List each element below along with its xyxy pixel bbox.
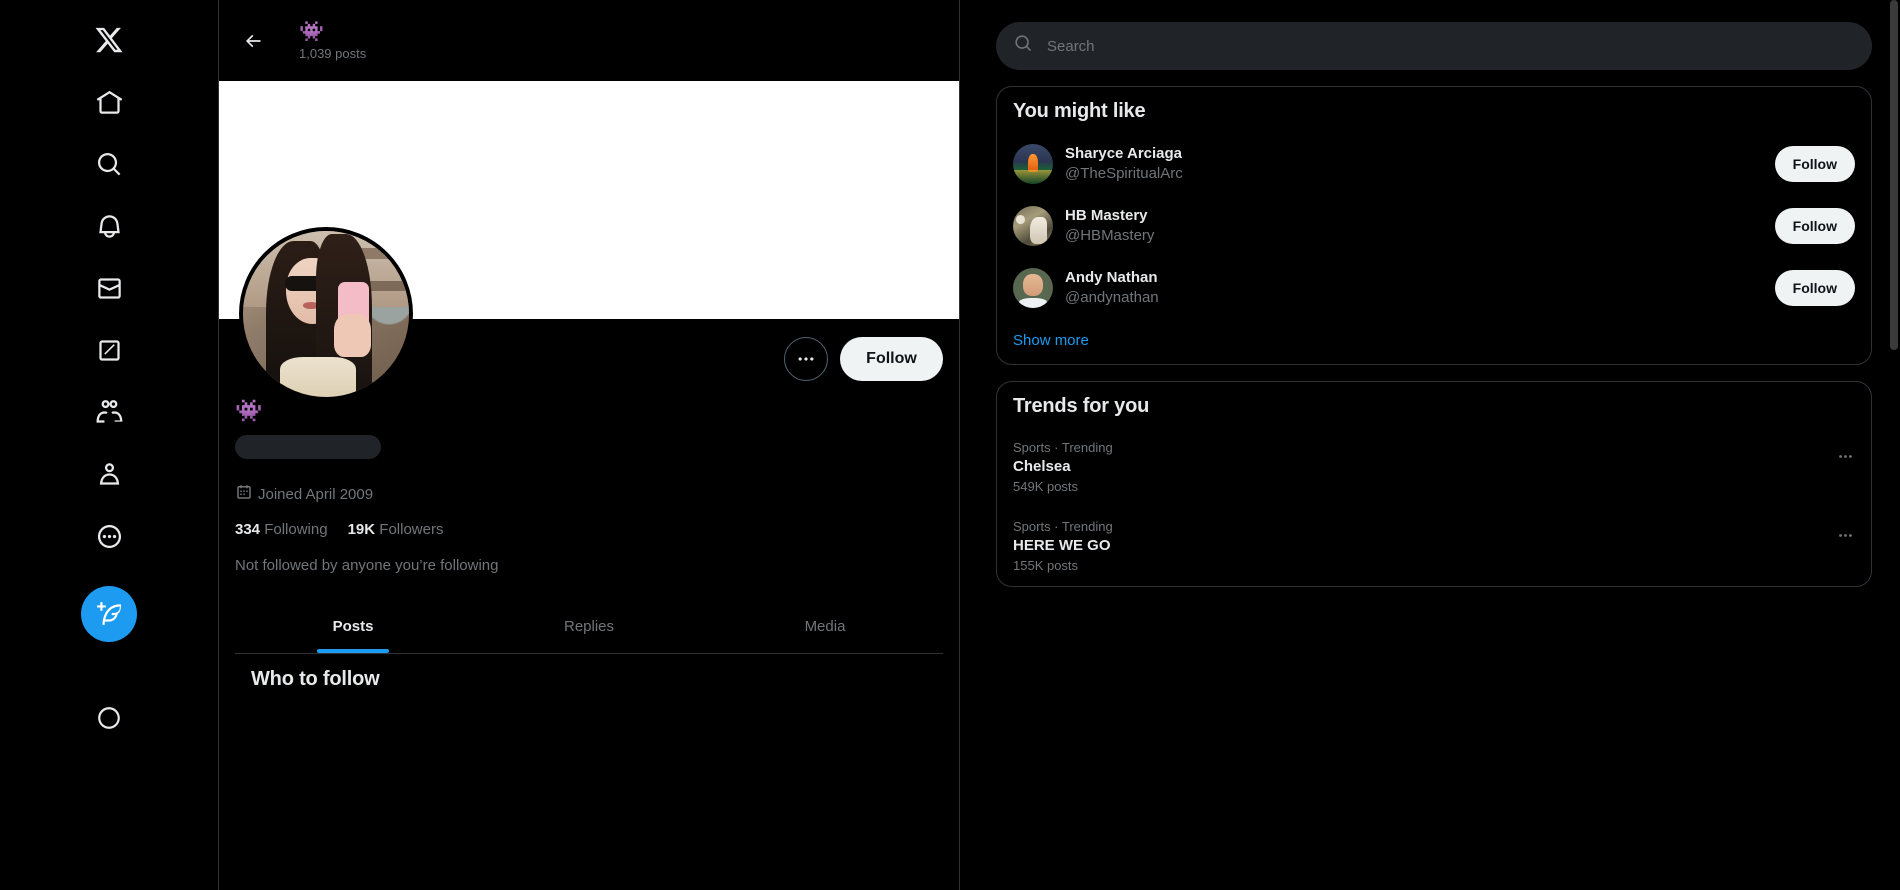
avatar[interactable] bbox=[1013, 206, 1053, 246]
follow-button[interactable]: Follow bbox=[840, 337, 943, 381]
avatar-image bbox=[243, 231, 409, 397]
follow-button[interactable]: Follow bbox=[1774, 208, 1855, 244]
trend-post-count: 155K posts bbox=[1013, 558, 1079, 573]
sidebar-item-grok[interactable] bbox=[83, 324, 135, 376]
profile-avatar[interactable] bbox=[239, 227, 413, 401]
sidebar-item-messages[interactable] bbox=[83, 262, 135, 314]
trend-item[interactable]: Sports · Trending Chelsea 549K posts bbox=[997, 428, 1871, 507]
profile-joined-date: Joined April 2009 bbox=[235, 483, 943, 505]
you-might-like-card: You might like Sharyce Arciaga @TheSpiri… bbox=[996, 86, 1872, 365]
sidebar-item-profile[interactable] bbox=[83, 448, 135, 500]
suggested-account-row[interactable]: Andy Nathan @andynathan Follow bbox=[997, 257, 1871, 319]
profile-more-options-icon[interactable] bbox=[784, 337, 828, 381]
trend-post-count: 549K posts bbox=[1013, 479, 1079, 494]
trends-title: Trends for you bbox=[1013, 395, 1150, 417]
compose-post-button[interactable] bbox=[81, 586, 137, 642]
search-input[interactable] bbox=[1047, 37, 1854, 55]
left-navigation bbox=[0, 0, 218, 890]
not-followed-by-text: Not followed by anyone you’re following bbox=[235, 557, 499, 574]
scrollbar-thumb[interactable] bbox=[1890, 0, 1898, 350]
trend-category: Sports · Trending bbox=[1013, 519, 1113, 534]
profile-header-titles: 👾 1,039 posts bbox=[299, 20, 366, 62]
suggested-account-name[interactable]: Sharyce Arciaga bbox=[1065, 144, 1763, 164]
follow-button[interactable]: Follow bbox=[1774, 146, 1855, 182]
followers-label: Followers bbox=[379, 521, 444, 538]
sidebar-item-more[interactable] bbox=[83, 510, 135, 562]
sidebar-item-explore[interactable] bbox=[83, 138, 135, 190]
profile-header-name: 👾 bbox=[299, 20, 324, 43]
joined-text: Joined April 2009 bbox=[258, 485, 374, 503]
suggested-account-name[interactable]: Andy Nathan bbox=[1065, 268, 1763, 288]
followers-stat[interactable]: 19K Followers bbox=[348, 521, 444, 538]
suggested-account-handle: @TheSpiritualArc bbox=[1065, 165, 1183, 182]
x-profile-page: 👾 1,039 posts Follow 👾 Joined April 2009… bbox=[0, 0, 1900, 890]
tab-posts[interactable]: Posts bbox=[235, 600, 471, 653]
follow-button[interactable]: Follow bbox=[1774, 270, 1855, 306]
profile-tabs: Posts Replies Media bbox=[235, 600, 943, 654]
trend-more-options-icon[interactable] bbox=[1829, 519, 1861, 551]
profile-top-bar: 👾 1,039 posts bbox=[219, 0, 959, 81]
profile-stats: 334 Following 19K Followers bbox=[235, 521, 943, 538]
page-scrollbar[interactable] bbox=[1890, 0, 1898, 890]
profile-main-column: 👾 1,039 posts Follow 👾 Joined April 2009… bbox=[218, 0, 960, 890]
trend-item[interactable]: Sports · Trending HERE WE GO 155K posts bbox=[997, 507, 1871, 586]
search-bar[interactable] bbox=[996, 22, 1872, 70]
followers-count: 19K bbox=[347, 521, 376, 538]
profile-display-name: 👾 bbox=[235, 398, 263, 423]
suggested-account-text: Sharyce Arciaga @TheSpiritualArc bbox=[1065, 144, 1763, 184]
profile-header-post-count: 1,039 posts bbox=[299, 45, 367, 61]
suggested-account-text: Andy Nathan @andynathan bbox=[1065, 268, 1763, 308]
following-count: 334 bbox=[235, 521, 261, 538]
trends-card: Trends for you Sports · Trending Chelsea… bbox=[996, 381, 1872, 587]
back-arrow-icon[interactable] bbox=[235, 23, 271, 59]
suggested-account-name[interactable]: HB Mastery bbox=[1065, 206, 1763, 226]
who-to-follow-heading: Who to follow bbox=[251, 668, 380, 690]
tab-replies[interactable]: Replies bbox=[471, 600, 707, 653]
avatar[interactable] bbox=[1013, 268, 1053, 308]
trend-category: Sports · Trending bbox=[1013, 440, 1113, 455]
account-menu-icon[interactable] bbox=[83, 692, 135, 744]
sidebar-item-home[interactable] bbox=[83, 76, 135, 128]
x-logo-icon[interactable] bbox=[83, 14, 135, 66]
show-more-link[interactable]: Show more bbox=[997, 319, 1871, 364]
profile-handle-skeleton bbox=[235, 435, 381, 459]
suggested-account-row[interactable]: HB Mastery @HBMastery Follow bbox=[997, 195, 1871, 257]
sidebar-item-notifications[interactable] bbox=[83, 200, 135, 252]
calendar-icon bbox=[235, 483, 253, 505]
suggested-account-handle: @HBMastery bbox=[1065, 227, 1155, 244]
trend-name: HERE WE GO bbox=[1013, 537, 1111, 554]
suggested-account-handle: @andynathan bbox=[1065, 289, 1159, 306]
following-stat[interactable]: 334 Following bbox=[235, 521, 328, 538]
search-icon bbox=[1014, 34, 1033, 58]
avatar-clothing bbox=[279, 357, 356, 397]
trend-name: Chelsea bbox=[1013, 458, 1071, 475]
avatar[interactable] bbox=[1013, 144, 1053, 184]
profile-details: Follow 👾 Joined April 2009 334 Following… bbox=[219, 227, 959, 691]
suggested-account-row[interactable]: Sharyce Arciaga @TheSpiritualArc Follow bbox=[997, 133, 1871, 195]
sidebar-item-communities[interactable] bbox=[83, 386, 135, 438]
right-sidebar: You might like Sharyce Arciaga @TheSpiri… bbox=[960, 0, 1900, 890]
you-might-like-title: You might like bbox=[1013, 100, 1146, 122]
suggested-account-text: HB Mastery @HBMastery bbox=[1065, 206, 1763, 246]
trend-more-options-icon[interactable] bbox=[1829, 440, 1861, 472]
tab-media[interactable]: Media bbox=[707, 600, 943, 653]
following-label: Following bbox=[264, 521, 328, 538]
avatar-hand bbox=[334, 314, 371, 358]
